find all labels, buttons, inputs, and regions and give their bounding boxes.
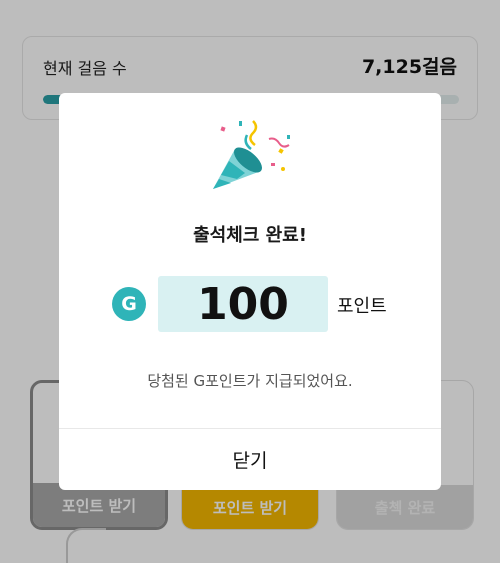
dialog-message: 당첨된 G포인트가 지급되었어요. <box>147 372 353 390</box>
dialog-title: 출석체크 완료! <box>193 225 307 246</box>
party-popper-icon <box>213 120 290 189</box>
g-point-icon: G <box>112 287 146 321</box>
point-unit: 포인트 <box>337 296 387 317</box>
close-button[interactable]: 닫기 <box>59 429 441 490</box>
point-amount: 100 <box>158 276 328 332</box>
attendance-complete-dialog: 출석체크 완료! G 100 포인트 당첨된 G포인트가 지급되었어요. 닫기 <box>59 93 441 490</box>
